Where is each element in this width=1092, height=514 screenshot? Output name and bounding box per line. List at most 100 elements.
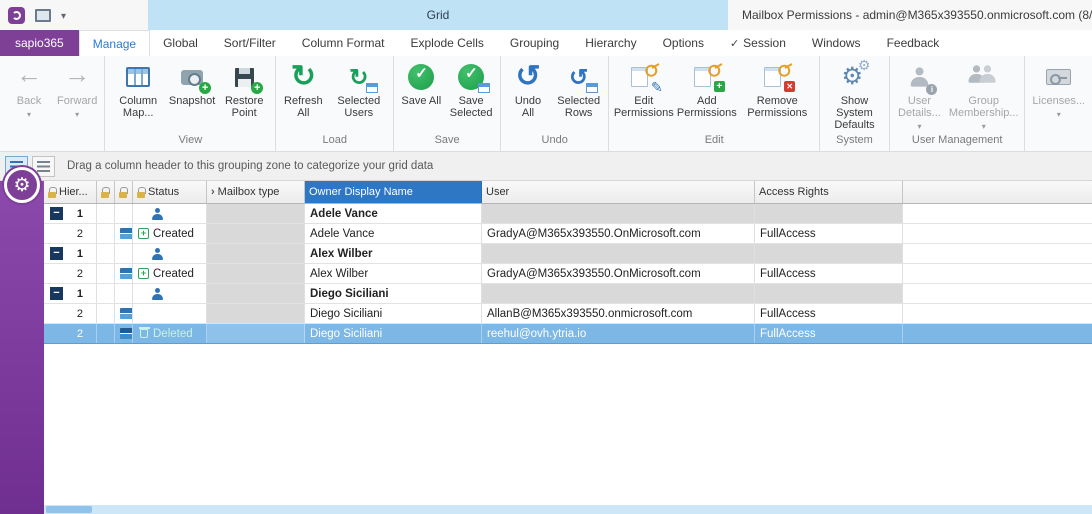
tab-grouping[interactable]: Grouping (497, 30, 572, 56)
column-header-locked-1[interactable] (97, 181, 115, 203)
cell[interactable] (97, 264, 115, 283)
owner-cell[interactable]: Diego Siciliani (305, 284, 482, 303)
edit-permissions-button[interactable]: Edit Permissions (612, 58, 675, 119)
add-permissions-button[interactable]: Add Permissions (675, 58, 738, 119)
mailbox-type-cell[interactable] (207, 244, 305, 263)
group-row[interactable]: 1 Diego Siciliani (44, 284, 1092, 304)
column-header-owner-display-name[interactable]: Owner Display Name (305, 181, 482, 203)
cell[interactable] (115, 264, 133, 283)
cell[interactable] (115, 324, 133, 343)
cell[interactable] (97, 304, 115, 323)
undo-all-button[interactable]: Undo All (504, 58, 552, 119)
user-cell[interactable]: GradyA@M365x393550.OnMicrosoft.com (482, 224, 755, 243)
hierarchy-cell[interactable]: 1 (44, 204, 97, 223)
tab-feedback[interactable]: Feedback (874, 30, 953, 56)
mailbox-type-cell[interactable] (207, 264, 305, 283)
cell[interactable] (97, 204, 115, 223)
cell[interactable] (115, 284, 133, 303)
column-map-button[interactable]: Column Map... (108, 58, 168, 119)
group-membership-button[interactable]: Group Membership... (946, 58, 1021, 133)
column-header-status[interactable]: Status (133, 181, 207, 203)
detail-row[interactable]: 2 Created Alex Wilber GradyA@M365x393550… (44, 264, 1092, 284)
tab-global[interactable]: Global (150, 30, 211, 56)
access-rights-cell[interactable]: FullAccess (755, 324, 903, 343)
undo-selected-rows-button[interactable]: Selected Rows (552, 58, 605, 119)
collapse-icon[interactable] (50, 247, 63, 260)
settings-gear-button[interactable] (4, 167, 40, 203)
user-cell[interactable]: AllanB@M365x393550.onmicrosoft.com (482, 304, 755, 323)
selected-detail-row[interactable]: 2 Deleted Diego Siciliani reehul@ovh.ytr… (44, 324, 1092, 344)
back-button[interactable]: Back (5, 58, 53, 121)
refresh-all-button[interactable]: Refresh All (279, 58, 327, 119)
cell[interactable] (97, 324, 115, 343)
mailbox-type-cell[interactable] (207, 284, 305, 303)
app-icon[interactable] (8, 7, 25, 24)
detail-row[interactable]: 2 Created Adele Vance GradyA@M365x393550… (44, 224, 1092, 244)
owner-cell[interactable]: Adele Vance (305, 204, 482, 223)
status-cell[interactable] (133, 244, 207, 263)
tab-hierarchy[interactable]: Hierarchy (572, 30, 649, 56)
cell[interactable] (115, 204, 133, 223)
remove-permissions-button[interactable]: Remove Permissions (738, 58, 816, 119)
cell[interactable] (115, 244, 133, 263)
grid-window-tab[interactable]: Grid (148, 0, 728, 30)
access-rights-cell[interactable] (755, 244, 903, 263)
tab-explode-cells[interactable]: Explode Cells (397, 30, 496, 56)
save-all-button[interactable]: Save All (397, 58, 445, 107)
user-cell[interactable] (482, 284, 755, 303)
status-cell[interactable]: Created (133, 224, 207, 243)
tab-manage[interactable]: Manage (79, 30, 150, 56)
owner-cell[interactable]: Alex Wilber (305, 264, 482, 283)
cell[interactable] (115, 304, 133, 323)
tab-column-format[interactable]: Column Format (289, 30, 398, 56)
mailbox-type-cell[interactable] (207, 204, 305, 223)
tab-windows[interactable]: Windows (799, 30, 874, 56)
status-cell[interactable] (133, 204, 207, 223)
status-cell[interactable]: Created (133, 264, 207, 283)
user-cell[interactable]: GradyA@M365x393550.OnMicrosoft.com (482, 264, 755, 283)
collapse-icon[interactable] (50, 287, 63, 300)
column-header-user[interactable]: User (482, 181, 755, 203)
column-header-mailbox-type[interactable]: Mailbox type (207, 181, 305, 203)
scrollbar-thumb[interactable] (46, 506, 92, 513)
restore-point-button[interactable]: Restore Point (216, 58, 272, 119)
access-rights-cell[interactable]: FullAccess (755, 224, 903, 243)
snapshot-button[interactable]: Snapshot (168, 58, 216, 107)
status-cell[interactable]: Deleted (133, 324, 207, 343)
user-cell[interactable] (482, 204, 755, 223)
column-header-hierarchy[interactable]: Hier... (44, 181, 97, 203)
horizontal-scrollbar[interactable] (44, 505, 1092, 514)
mailbox-type-cell[interactable] (207, 224, 305, 243)
tab-options[interactable]: Options (650, 30, 717, 56)
access-rights-cell[interactable]: FullAccess (755, 304, 903, 323)
column-header-access-rights[interactable]: Access Rights (755, 181, 903, 203)
status-cell[interactable] (133, 284, 207, 303)
licenses-button[interactable]: Licenses... (1028, 58, 1089, 121)
status-cell[interactable] (133, 304, 207, 323)
hierarchy-cell[interactable]: 1 (44, 284, 97, 303)
hierarchy-cell[interactable]: 2 (44, 304, 97, 323)
hierarchy-cell[interactable]: 1 (44, 244, 97, 263)
tab-sapio365[interactable]: sapio365 (0, 30, 79, 56)
grouping-zone[interactable]: Drag a column header to this grouping zo… (0, 152, 1092, 181)
save-selected-button[interactable]: Save Selected (445, 58, 497, 119)
refresh-selected-users-button[interactable]: Selected Users (327, 58, 390, 119)
mailbox-type-cell[interactable] (207, 304, 305, 323)
hierarchy-cell[interactable]: 2 (44, 224, 97, 243)
cell[interactable] (97, 284, 115, 303)
group-row[interactable]: 1 Alex Wilber (44, 244, 1092, 264)
owner-cell[interactable]: Adele Vance (305, 224, 482, 243)
owner-cell[interactable]: Diego Siciliani (305, 304, 482, 323)
cell[interactable] (97, 224, 115, 243)
cell[interactable] (97, 244, 115, 263)
access-rights-cell[interactable] (755, 284, 903, 303)
forward-button[interactable]: Forward (53, 58, 101, 121)
owner-cell[interactable]: Diego Siciliani (305, 324, 482, 343)
collapse-icon[interactable] (50, 207, 63, 220)
cell[interactable] (115, 224, 133, 243)
detail-row[interactable]: 2 Diego Siciliani AllanB@M365x393550.onm… (44, 304, 1092, 324)
column-header-locked-2[interactable] (115, 181, 133, 203)
owner-cell[interactable]: Alex Wilber (305, 244, 482, 263)
window-icon[interactable] (35, 9, 51, 22)
chevron-down-icon[interactable] (61, 6, 66, 24)
